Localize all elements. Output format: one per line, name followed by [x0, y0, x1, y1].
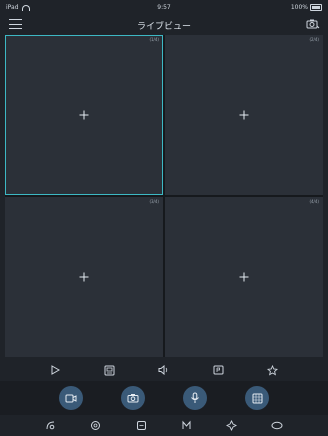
camera-window-4[interactable]: (4/4)	[165, 197, 323, 357]
record-button[interactable]	[59, 386, 83, 410]
preset-icon[interactable]	[225, 419, 239, 433]
scene-icon[interactable]	[180, 419, 194, 433]
camera-window-3[interactable]: (3/4)	[5, 197, 163, 357]
add-camera-icon[interactable]	[79, 272, 89, 282]
snapshot-button[interactable]	[121, 386, 145, 410]
camera-settings-icon[interactable]	[306, 18, 320, 30]
window-label: (1/4)	[149, 37, 159, 42]
status-bar: iPad 9:57 100%	[0, 0, 328, 14]
play-icon[interactable]	[48, 363, 62, 377]
window-label: (3/4)	[149, 199, 159, 204]
battery-icon	[310, 4, 322, 11]
playback-icon	[252, 393, 263, 404]
playback-button[interactable]	[245, 386, 269, 410]
bottom-control-bar	[0, 415, 328, 436]
add-camera-icon[interactable]	[239, 272, 249, 282]
window-label: (2/4)	[309, 37, 319, 42]
focus-icon[interactable]	[89, 419, 103, 433]
battery-fill	[312, 6, 320, 9]
snapshot-icon	[127, 393, 139, 403]
favorite-icon[interactable]	[266, 363, 280, 377]
record-icon	[65, 394, 77, 403]
zoom-icon[interactable]	[134, 419, 148, 433]
camera-grid: (1/4) (2/4) (3/4) (4/4)	[5, 35, 323, 357]
page-title: ライブビュー	[136, 22, 191, 32]
battery-percent: 100%	[290, 4, 308, 11]
layout-icon[interactable]	[103, 363, 117, 377]
playback-toolbar	[0, 360, 328, 380]
add-camera-icon[interactable]	[79, 110, 89, 120]
live-view-screen: iPad 9:57 100% ライブビュー (1/4) (2/4) (3/4) …	[0, 0, 328, 436]
stream-icon[interactable]	[211, 363, 225, 377]
header: ライブビュー	[0, 14, 328, 34]
sound-icon[interactable]	[157, 363, 171, 377]
status-right: 100%	[291, 4, 322, 11]
camera-window-1[interactable]: (1/4)	[5, 35, 163, 195]
status-time: 9:57	[157, 4, 171, 11]
cruise-icon[interactable]	[270, 419, 284, 433]
add-camera-icon[interactable]	[239, 110, 249, 120]
microphone-button[interactable]	[183, 386, 207, 410]
action-toolbar	[0, 381, 328, 415]
ptz-icon[interactable]	[44, 419, 58, 433]
microphone-icon	[190, 392, 200, 404]
camera-window-2[interactable]: (2/4)	[165, 35, 323, 195]
window-label: (4/4)	[309, 199, 319, 204]
